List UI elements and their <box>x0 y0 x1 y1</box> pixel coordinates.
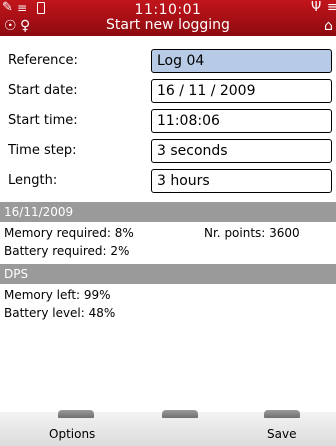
reference-label: Reference: <box>8 53 78 68</box>
left-softkey-knob[interactable] <box>58 410 94 418</box>
start-time-input[interactable] <box>151 109 332 133</box>
page-title: Start new logging <box>106 17 230 33</box>
clock-time: 11:10:01 <box>134 2 202 18</box>
memory-left-text: Memory left: 99% <box>4 288 111 302</box>
time-step-input[interactable] <box>151 139 332 163</box>
title-bar: ✎ ≡ ☉ ♀ 11:10:01 Start new logging Ψ ≡ ⌂ <box>0 0 336 36</box>
memory-required-text: Memory required: 8% <box>4 226 134 240</box>
time-step-label: Time step: <box>8 143 77 158</box>
device-header: DPS <box>0 264 336 284</box>
nr-points-text: Nr. points: 3600 <box>204 226 300 240</box>
options-softkey[interactable]: Options <box>49 427 95 441</box>
right-softkey-knob[interactable] <box>264 410 300 418</box>
length-input[interactable] <box>151 169 332 193</box>
battery-required-text: Battery required: 2% <box>4 244 130 258</box>
center-softkey-knob[interactable] <box>162 410 198 418</box>
reference-row: Reference: <box>4 48 336 74</box>
menu-icon: ≡ <box>327 0 336 15</box>
device-icon: ⌂ <box>324 18 333 34</box>
start-time-row: Start time: <box>4 108 336 134</box>
start-date-input[interactable] <box>151 79 332 103</box>
save-softkey[interactable]: Save <box>267 427 296 441</box>
battery-level-text: Battery level: 48% <box>4 306 116 320</box>
start-date-label: Start date: <box>8 83 78 98</box>
summary-date-header: 16/11/2009 <box>0 202 336 222</box>
antenna-icon: Ψ <box>311 0 322 15</box>
time-step-row: Time step: <box>4 138 336 164</box>
start-time-label: Start time: <box>8 113 78 128</box>
start-date-row: Start date: <box>4 78 336 104</box>
reference-input[interactable] <box>151 49 332 73</box>
length-row: Length: <box>4 168 336 194</box>
length-label: Length: <box>8 173 58 188</box>
